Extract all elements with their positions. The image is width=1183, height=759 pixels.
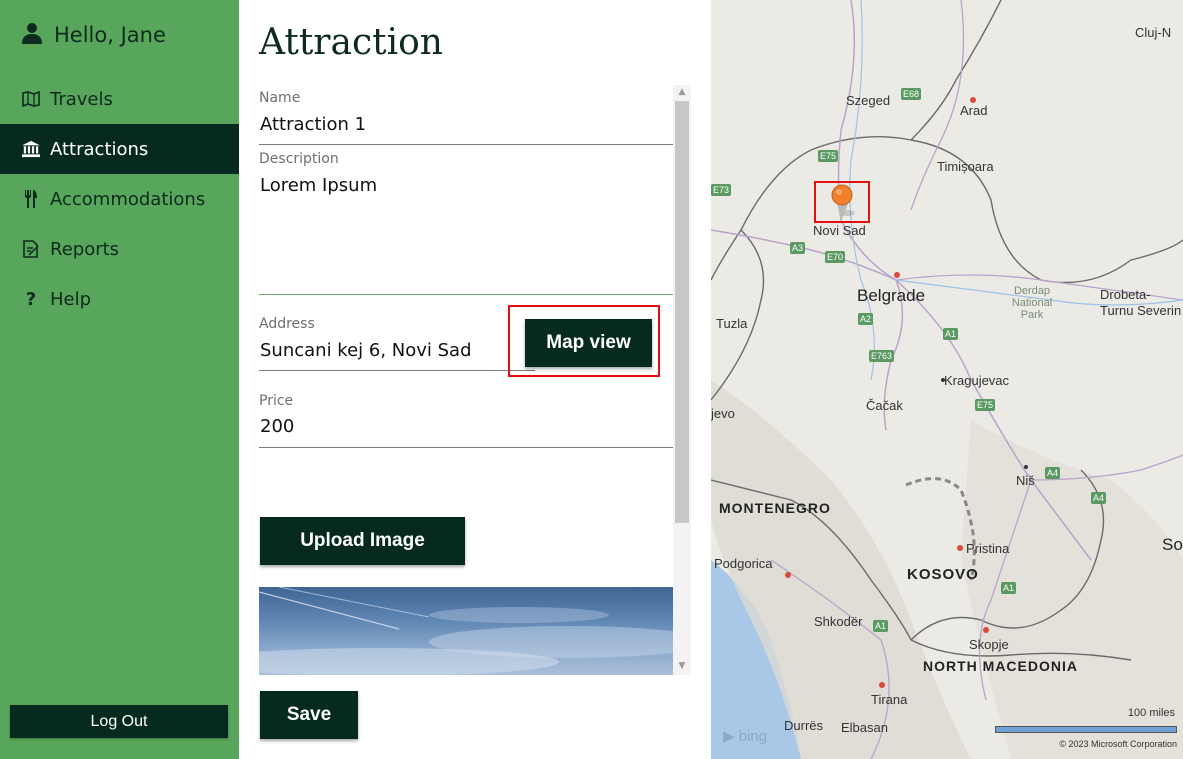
attraction-form: Attraction Name Attraction 1 Description… — [239, 0, 711, 759]
price-label: Price — [259, 393, 294, 409]
country-label: MONTENEGRO — [719, 500, 831, 516]
user-icon — [22, 22, 42, 48]
user-greeting: Hello, Jane — [22, 22, 166, 48]
city-label: Belgrade — [857, 286, 926, 305]
city-label: Cluj-N — [1135, 25, 1172, 40]
map-scale-bar — [995, 726, 1177, 733]
map-view-button[interactable]: Map view — [525, 319, 652, 367]
sidebar: Hello, Jane Travels Attractions Accommod… — [0, 0, 239, 759]
name-input[interactable]: Attraction 1 — [260, 114, 366, 135]
landmark-icon — [22, 140, 40, 158]
page-title: Attraction — [259, 22, 443, 63]
road-shield: A4 — [1091, 492, 1107, 504]
address-underline — [259, 370, 535, 371]
sidebar-item-accommodations[interactable]: Accommodations — [0, 174, 239, 224]
bing-logo: ▶ bing — [723, 728, 768, 745]
city-label: Skopje — [969, 637, 1009, 652]
scroll-up-arrow-icon[interactable]: ▲ — [673, 85, 691, 99]
city-label: Szeged — [846, 93, 891, 108]
city-label: Arad — [960, 103, 988, 118]
upload-image-button[interactable]: Upload Image — [260, 517, 465, 565]
form-scroll-area[interactable]: Name Attraction 1 Description Lorem Ipsu… — [259, 85, 691, 675]
road-shield: A2 — [858, 313, 874, 325]
map-view[interactable]: Cluj-N Szeged Arad Timișoara Novi Sad Be… — [711, 0, 1183, 759]
road-shield: E70 — [825, 251, 846, 263]
road-shield: E73 — [711, 184, 732, 196]
name-label: Name — [259, 90, 301, 106]
road-shield: E75 — [975, 399, 996, 411]
address-input[interactable]: Suncani kej 6, Novi Sad — [260, 340, 472, 361]
city-label: So — [1162, 535, 1183, 554]
road-shield: A1 — [873, 620, 889, 632]
sidebar-item-label: Reports — [50, 238, 120, 260]
bing-icon: ▶ — [723, 728, 735, 745]
location-pin-icon[interactable] — [827, 183, 857, 223]
sidebar-item-travels[interactable]: Travels — [0, 74, 239, 124]
city-label: Shkodër — [814, 614, 863, 629]
description-label: Description — [259, 151, 339, 167]
price-input[interactable]: 200 — [260, 416, 294, 437]
sidebar-item-label: Help — [50, 288, 92, 310]
city-label: Durrës — [784, 718, 824, 733]
sidebar-item-label: Travels — [50, 88, 113, 110]
name-underline — [259, 144, 674, 145]
description-textarea[interactable]: Lorem Ipsum — [260, 175, 377, 196]
utensils-icon — [22, 190, 40, 208]
scroll-down-arrow-icon[interactable]: ▼ — [673, 659, 691, 673]
road-shield: E68 — [901, 88, 922, 100]
form-scrollbar[interactable]: ▲ ▼ — [673, 85, 691, 675]
description-underline — [259, 294, 674, 295]
road-shield: A1 — [1001, 582, 1017, 594]
sidebar-item-help[interactable]: ? Help — [0, 274, 239, 324]
park-label: Derdap National Park — [1011, 285, 1053, 321]
road-shield: A3 — [790, 242, 806, 254]
city-label: Novi Sad — [813, 223, 866, 238]
address-label: Address — [259, 316, 315, 332]
scrollbar-thumb[interactable] — [675, 101, 689, 523]
city-label: Pristina — [966, 541, 1010, 556]
sidebar-item-reports[interactable]: Reports — [0, 224, 239, 274]
sidebar-item-label: Accommodations — [50, 188, 206, 210]
road-shield: A1 — [943, 328, 959, 340]
city-label: Niš — [1016, 473, 1035, 488]
map-scale-label: 100 miles — [1127, 707, 1175, 719]
city-label: Tirana — [871, 692, 908, 707]
map-copyright: © 2023 Microsoft Corporation — [1059, 739, 1177, 749]
sidebar-item-label: Attractions — [50, 138, 149, 160]
country-label: NORTH MACEDONIA — [923, 658, 1078, 674]
price-underline — [259, 447, 674, 448]
city-label: jevo — [711, 406, 735, 421]
logout-button[interactable]: Log Out — [10, 705, 228, 738]
greeting-text: Hello, Jane — [54, 23, 166, 47]
city-label: Tuzla — [716, 316, 748, 331]
save-button[interactable]: Save — [260, 691, 358, 739]
map-icon — [22, 90, 40, 108]
country-label: KOSOVO — [907, 566, 979, 583]
sidebar-item-attractions[interactable]: Attractions — [0, 124, 239, 174]
city-label: Kragujevac — [944, 373, 1010, 388]
road-shield: A4 — [1045, 467, 1061, 479]
city-label: Elbasan — [841, 720, 888, 735]
city-label: Drobeta-Turnu Severin — [1100, 287, 1182, 318]
app-window: Hello, Jane Travels Attractions Accommod… — [0, 0, 1183, 759]
help-icon: ? — [25, 288, 37, 310]
city-label: Timișoara — [937, 159, 994, 174]
road-shield: E75 — [818, 150, 839, 162]
report-icon — [22, 240, 40, 258]
road-shield: E763 — [869, 350, 895, 362]
attraction-image-preview — [259, 587, 674, 675]
city-label: Čačak — [866, 398, 903, 413]
city-label: Podgorica — [714, 556, 773, 571]
